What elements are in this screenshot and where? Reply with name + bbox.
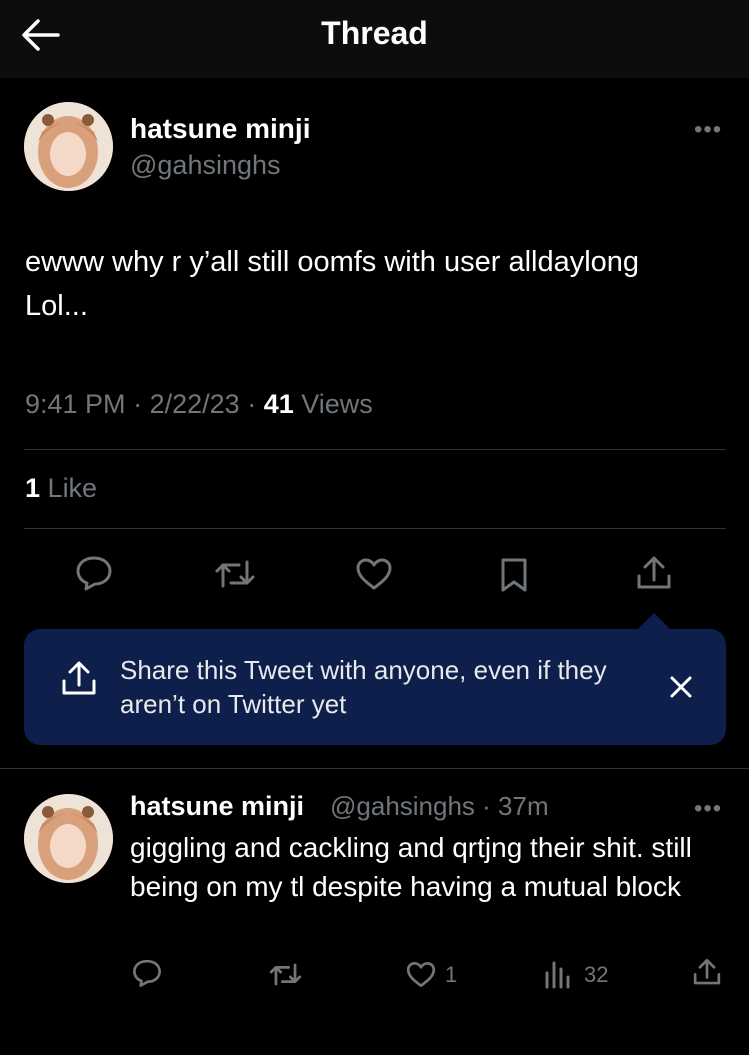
reply-like-count: 1 [445, 962, 458, 987]
reply-reply-button[interactable] [131, 958, 163, 988]
tweet-text: ewww why r y’all still oomfs with user a… [25, 246, 640, 322]
reply-views-button[interactable] [544, 959, 574, 989]
reply-icon [76, 556, 112, 591]
close-icon [670, 676, 692, 698]
avatar-image [24, 102, 113, 191]
tweet-meta: 9:41 PM · 2/22/23 · 41 Views [25, 389, 373, 420]
reply-author-name[interactable]: hatsune minji [130, 791, 304, 822]
more-horizontal-icon[interactable]: ••• [694, 118, 722, 142]
reply-share-button[interactable] [692, 957, 722, 987]
reply-button[interactable] [74, 554, 114, 592]
share-button[interactable] [635, 554, 673, 592]
likes-label: Like [47, 473, 98, 503]
reply-icon [133, 959, 161, 987]
divider [24, 449, 726, 450]
views-count: 41 [263, 389, 294, 419]
divider [0, 768, 749, 769]
retweet-button[interactable] [213, 556, 257, 592]
reply-author-handle: @gahsinghs · 37m [330, 791, 549, 822]
tweet-time: 9:41 PM [25, 389, 126, 419]
like-button[interactable] [354, 556, 394, 592]
top-bar: Thread [0, 0, 749, 78]
share-tip-text: Share this Tweet with anyone, even if th… [120, 655, 607, 719]
author-name[interactable]: hatsune minji [130, 113, 310, 145]
share-icon [60, 659, 98, 704]
reply-text: giggling and cackling and qrtjng their s… [130, 832, 692, 902]
banner-pointer [638, 613, 670, 629]
bookmark-icon [501, 558, 527, 592]
meta-separator: · [133, 389, 150, 419]
retweet-icon [269, 963, 302, 986]
page-title: Thread [321, 15, 428, 51]
close-button[interactable] [668, 674, 694, 705]
likes-count: 1 [25, 473, 41, 503]
divider [24, 528, 726, 529]
reply-retweet-button[interactable] [268, 960, 303, 989]
like-icon [356, 558, 392, 590]
avatar[interactable] [24, 102, 113, 191]
more-horizontal-icon[interactable]: ••• [694, 797, 722, 821]
analytics-icon [545, 961, 570, 989]
likes-summary[interactable]: 1 Like [25, 473, 97, 504]
tweet-date: 2/22/23 [149, 389, 240, 419]
avatar-image [24, 794, 113, 883]
avatar[interactable] [24, 794, 113, 883]
share-tip-banner[interactable]: Share this Tweet with anyone, even if th… [24, 629, 726, 745]
like-icon [406, 961, 436, 988]
share-icon [693, 958, 721, 985]
reply-time: 37m [498, 791, 549, 821]
views-label: Views [301, 389, 373, 419]
reply-handle[interactable]: @gahsinghs [330, 791, 475, 821]
reply-views-count: 32 [584, 962, 609, 987]
meta-separator: · [247, 389, 264, 419]
retweet-icon [215, 560, 255, 588]
meta-separator: · [474, 791, 499, 821]
author-handle[interactable]: @gahsinghs [130, 150, 281, 181]
share-icon [637, 556, 671, 589]
bookmark-button[interactable] [499, 556, 529, 594]
reply-like-button[interactable] [405, 960, 437, 989]
